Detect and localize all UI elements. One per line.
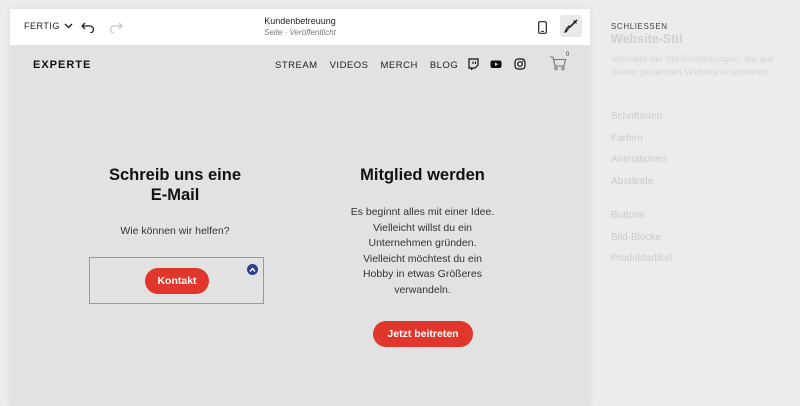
mobile-preview-button[interactable] bbox=[533, 18, 551, 36]
member-text: Es beginnt alles mit einer Idee. Viellei… bbox=[310, 205, 535, 298]
instagram-icon[interactable] bbox=[514, 58, 526, 70]
contact-title-line2: E-Mail bbox=[150, 186, 200, 204]
member-text-line: Vielleicht willst du ein bbox=[372, 221, 473, 234]
editor-canvas: FERTIG Kundenbetreuung Seite · Veröffent… bbox=[10, 9, 590, 406]
editor-toolbar: FERTIG Kundenbetreuung Seite · Veröffent… bbox=[10, 9, 590, 46]
mobile-phone-icon bbox=[537, 20, 547, 34]
site-navigation: STREAM VIDEOS MERCH BLOG bbox=[275, 60, 458, 71]
member-title: Mitglied werden bbox=[360, 166, 485, 184]
member-text-line: Vielleicht möchtest du ein bbox=[363, 252, 482, 265]
nav-blog[interactable]: BLOG bbox=[430, 60, 458, 71]
panel-description: Verwalte die Stil-Einstellungen, die auf… bbox=[611, 54, 773, 78]
chevron-up-icon bbox=[249, 266, 256, 272]
panel-title: Website-Stil bbox=[611, 32, 683, 46]
youtube-icon[interactable] bbox=[490, 58, 502, 70]
block-edit-handle[interactable] bbox=[247, 264, 258, 275]
contact-text: Wie können wir helfen? bbox=[120, 225, 230, 237]
nav-videos[interactable]: VIDEOS bbox=[330, 60, 369, 71]
site-styles-button[interactable] bbox=[560, 15, 582, 37]
panel-item-animations[interactable]: Animationen bbox=[611, 154, 667, 165]
panel-item-buttons[interactable]: Buttons bbox=[611, 210, 645, 221]
shopping-cart-icon[interactable] bbox=[549, 55, 567, 71]
panel-item-colors[interactable]: Farben bbox=[611, 133, 643, 144]
panel-item-product-items[interactable]: Produktartikel bbox=[611, 253, 672, 264]
member-text-line: verwandeln. bbox=[394, 283, 451, 296]
nav-stream[interactable]: STREAM bbox=[275, 60, 318, 71]
contact-title: Schreib uns eine E-Mail bbox=[65, 165, 285, 205]
close-panel-link[interactable]: SCHLIESSEN bbox=[611, 22, 668, 31]
contact-button[interactable]: Kontakt bbox=[145, 268, 209, 294]
panel-item-spacing[interactable]: Abstände bbox=[611, 176, 653, 187]
twitch-icon[interactable] bbox=[467, 58, 479, 70]
member-text-line: Es beginnt alles mit einer Idee. bbox=[350, 206, 495, 218]
page-status: Seite · Veröffentlicht bbox=[264, 28, 336, 37]
page-title: Kundenbetreuung bbox=[264, 16, 336, 26]
cart-count: 0 bbox=[566, 52, 570, 58]
paintbrush-icon bbox=[564, 19, 578, 33]
join-button[interactable]: Jetzt beitreten bbox=[373, 321, 473, 347]
nav-merch[interactable]: MERCH bbox=[381, 60, 418, 71]
member-text-line: Unternehmen gründen. bbox=[368, 237, 477, 249]
contact-title-line1: Schreib uns eine bbox=[108, 166, 242, 184]
page-info: Kundenbetreuung Seite · Veröffentlicht bbox=[10, 16, 590, 37]
site-logo[interactable]: EXPERTE bbox=[33, 59, 91, 71]
panel-item-fonts[interactable]: Schriftarten bbox=[611, 111, 662, 122]
panel-item-image-blocks[interactable]: Bild-Blöcke bbox=[611, 232, 661, 243]
member-text-line: Hobby in etwas Größeres bbox=[362, 268, 483, 280]
